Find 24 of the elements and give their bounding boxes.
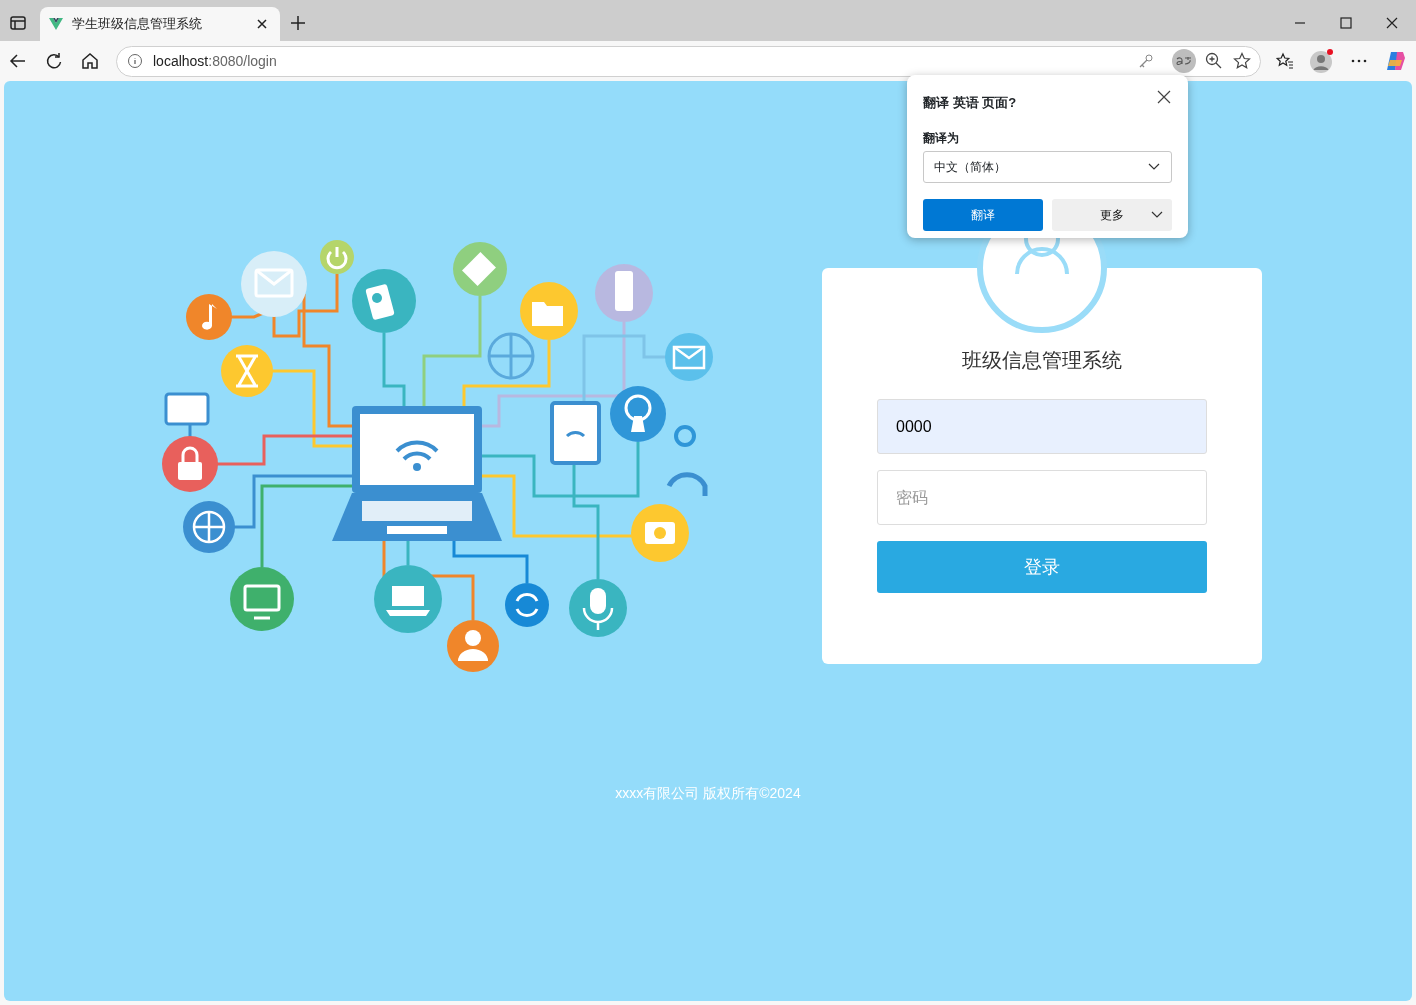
password-field[interactable]: 密码 bbox=[877, 470, 1207, 525]
translate-icon[interactable] bbox=[1172, 49, 1196, 73]
tab-title: 学生班级信息管理系统 bbox=[72, 15, 203, 34]
favorites-icon[interactable] bbox=[1275, 51, 1295, 71]
translate-button[interactable]: 翻译 bbox=[923, 198, 1043, 231]
copilot-icon[interactable] bbox=[1385, 50, 1407, 72]
more-button[interactable]: 更多 bbox=[1052, 198, 1172, 231]
username-field[interactable]: 0000 bbox=[877, 399, 1207, 454]
copyright-text: xxxx有限公司 版权所有©2024 bbox=[615, 784, 801, 803]
close-icon[interactable] bbox=[1156, 89, 1172, 105]
popup-title: 翻译 英语 页面? bbox=[923, 94, 1017, 112]
info-icon[interactable] bbox=[125, 51, 145, 71]
refresh-icon[interactable] bbox=[44, 51, 64, 71]
new-tab-icon[interactable] bbox=[288, 13, 308, 33]
profile-avatar-icon[interactable] bbox=[1309, 48, 1335, 74]
language-dropdown[interactable]: 中文（简体） bbox=[923, 150, 1172, 183]
tab-actions-icon[interactable] bbox=[8, 13, 28, 33]
login-title: 班级信息管理系统 bbox=[962, 348, 1122, 373]
translate-to-label: 翻译为 bbox=[923, 129, 959, 147]
star-icon[interactable] bbox=[1232, 51, 1252, 71]
browser-tab[interactable]: 学生班级信息管理系统 bbox=[40, 7, 280, 41]
v-logo-icon bbox=[48, 16, 64, 32]
home-icon[interactable] bbox=[80, 51, 100, 71]
zoom-in-icon[interactable] bbox=[1204, 51, 1224, 71]
